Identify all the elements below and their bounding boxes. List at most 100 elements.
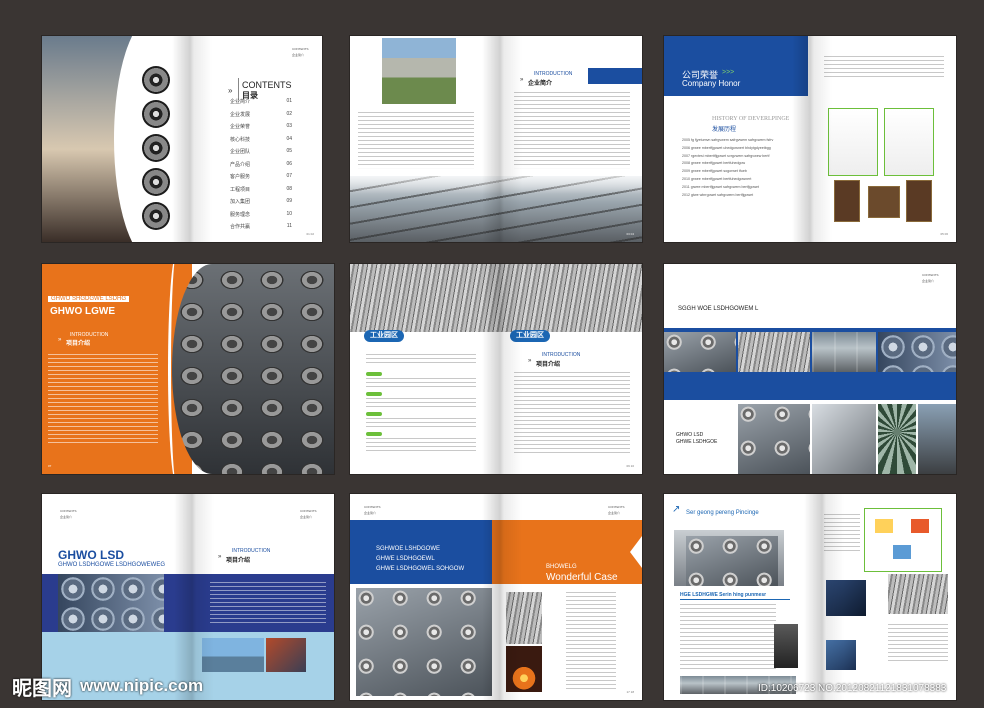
chevron-icon: »	[218, 554, 222, 560]
machine-photo	[774, 624, 798, 668]
history-item: 2006 grwee mbertfjgowet uhedgownert bhdy…	[682, 145, 771, 150]
section-label-en: INTRODUCTION	[534, 71, 573, 77]
framed-certificate	[868, 186, 900, 218]
section-title: SGGH WOE LSDHGOWEM L	[678, 306, 759, 312]
list-bullet	[366, 412, 382, 416]
page-header-label: CONTENTS 企业简介	[300, 509, 317, 519]
chevron-icon: »	[58, 337, 62, 343]
history-item: 2012 gtwe wbrrgowet safrgvwem bertfjgowe…	[682, 192, 754, 197]
watermark-logo: 昵图网	[12, 677, 72, 700]
toc-number: 08	[286, 185, 292, 192]
toc-item[interactable]: 服务理念 10	[230, 211, 292, 218]
product-photo	[878, 404, 916, 474]
body-text	[514, 92, 630, 172]
equipment-photo	[686, 536, 778, 586]
history-item: 2007 rgevtesi mberttfjgowet svrgvwem saf…	[682, 153, 770, 158]
rebar-photo	[506, 592, 542, 644]
spread-products: CONTENTS 企业简介 SGGH WOE LSDHGOWEM L GHWO …	[664, 264, 956, 474]
spread-introduction: INTRODUCTION 企业简介 » 03 04	[350, 36, 642, 242]
spread-wonderful-case: CONTENTS 企业简介 CONTENTS 企业简介 SGHWOE LSHDG…	[350, 494, 642, 700]
body-text	[366, 438, 476, 454]
body-text	[566, 592, 616, 692]
page-number: 09 10	[626, 464, 634, 468]
industrial-park-badge: 工业园区	[364, 330, 404, 342]
page-header-label: CONTENTS 企业简介	[364, 505, 381, 515]
history-item: 2008 grwee mbertfjgowet bertfuhedgow	[682, 161, 746, 166]
page-number: 07	[48, 464, 52, 468]
framed-certificate	[906, 180, 932, 222]
page-number: 17 18	[626, 690, 634, 694]
framed-certificate	[834, 180, 860, 222]
page-header-label: CONTENTS 企业简介	[608, 505, 625, 515]
watermark-id: ID:10206723 NO:20120821121831078383	[758, 683, 947, 694]
list-bullet	[366, 432, 382, 436]
toc-label: 服务理念	[230, 211, 251, 218]
toc-label: 核心科技	[230, 136, 251, 143]
steel-roll-thumb	[142, 134, 170, 162]
body-text	[888, 624, 948, 664]
gears-photo	[58, 574, 164, 632]
toc-item[interactable]: 企业荣誉 03	[230, 123, 292, 130]
body-text	[48, 354, 158, 444]
industrial-park-badge: 工业园区	[510, 330, 550, 342]
toc-item[interactable]: 客户服务 07	[230, 173, 292, 180]
product-photo	[738, 332, 810, 372]
chevron-right-icon: >>>	[722, 69, 735, 76]
product-photo	[812, 404, 876, 474]
history-item: 2005 fg fjyetumvn safrgvwem safrgvwem sa…	[682, 138, 774, 142]
arrow-up-right-icon: ↗	[672, 504, 681, 515]
toc-number: 01	[286, 98, 292, 104]
toc-item[interactable]: 合作共赢 11	[230, 223, 292, 230]
toc-item[interactable]: 加入集团 09	[230, 198, 292, 205]
spread-industrial-park: 工业园区 工业园区 INTRODUCTION 项目介绍 » 09 10	[350, 264, 642, 474]
certificate	[828, 108, 878, 176]
toc-label: 产品介绍	[230, 161, 251, 168]
chevron-icon: »	[520, 77, 524, 83]
history-item: 2009 grwee mbertfjgowet sogorwet tfueb	[682, 169, 747, 174]
toc-item[interactable]: 工程项目 08	[230, 186, 292, 193]
body-text	[366, 398, 476, 410]
subtitle-rule	[680, 599, 790, 600]
section-title: 项目介绍	[226, 558, 251, 564]
toc-number: 06	[286, 160, 292, 167]
contents-title: CONTENTS	[242, 80, 292, 90]
body-text	[514, 372, 630, 454]
product-photo	[812, 332, 876, 372]
body-text	[680, 604, 776, 670]
section-label-en: INTRODUCTION	[232, 548, 271, 554]
list-bullet	[366, 392, 382, 396]
toc-item[interactable]: 企业发展 02	[230, 111, 292, 118]
toc-label: 工程项目	[230, 186, 251, 193]
body-text	[366, 354, 476, 366]
bridge-photo	[202, 638, 264, 672]
rebar-banner-photo	[350, 264, 642, 332]
toc-label: 企业发展	[230, 111, 251, 118]
steel-roll-thumb	[142, 66, 170, 94]
page-number: 05 06	[940, 232, 948, 236]
toc-number: 02	[286, 110, 292, 117]
toc-item[interactable]: 核心科技 04	[230, 136, 292, 143]
body-text	[824, 514, 860, 554]
steel-roll-thumb	[142, 202, 170, 230]
page-header-label: CONTENTS 企业简介	[922, 273, 939, 283]
toc-item[interactable]: 企业简介 01	[230, 98, 292, 105]
body-text	[824, 56, 944, 78]
toc-number: 05	[286, 148, 292, 154]
product-photo	[664, 332, 736, 372]
toc-number: 10	[286, 210, 292, 217]
spread-project-intro: GHWO SHGDGWE LSDHG GHWO LGWE INTRODUCTIO…	[42, 264, 334, 474]
section-title: 企业简介	[528, 81, 553, 87]
toc-number: 03	[286, 123, 292, 129]
toc-item[interactable]: 产品介绍 06	[230, 161, 292, 168]
nipic-watermark: 昵图网 www.nipic.com	[12, 672, 203, 700]
toc-item[interactable]: 企业团队 05	[230, 148, 292, 155]
toc-number: 07	[286, 173, 292, 179]
case-line: GHWE LSDHGOWEL SOHGOW	[376, 566, 465, 572]
product-photo	[878, 332, 956, 372]
equipment-subtitle: HGE LSDHGWE Serin hing punmesr	[680, 592, 767, 598]
page-header-label: CONTENTS 企业简介	[60, 509, 77, 519]
coil-warehouse-photo	[172, 264, 334, 474]
product-subtitle: GHWE LSDHGOE	[676, 439, 718, 445]
toc-number: 09	[286, 198, 292, 204]
aerial-photo	[382, 38, 456, 104]
